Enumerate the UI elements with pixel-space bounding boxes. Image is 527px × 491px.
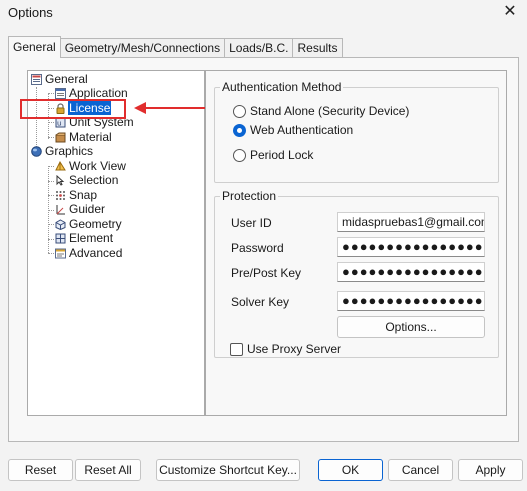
tree-item-graphics[interactable]: Graphics — [30, 144, 94, 158]
prepost-key-field[interactable]: ●●●●●●●●●●●●●●●● — [337, 262, 485, 282]
tree-item-element[interactable]: Element — [54, 231, 114, 245]
tree-item-advanced[interactable]: Advanced — [54, 246, 123, 260]
password-field[interactable]: ●●●●●●●●●●●●●●●● — [337, 237, 485, 257]
radio-period-lock[interactable]: Period Lock — [233, 148, 313, 162]
protection-group: Protection User ID midaspruebas1@gmail.c… — [214, 189, 499, 358]
authentication-method-group: Authentication Method Stand Alone (Secur… — [214, 80, 499, 183]
cancel-button[interactable]: Cancel — [388, 459, 453, 481]
tab-results[interactable]: Results — [292, 38, 343, 58]
password-label: Password — [231, 241, 284, 255]
radio-button-checked[interactable] — [233, 123, 246, 137]
tree-item-snap[interactable]: Snap — [54, 188, 98, 202]
tab-strip: General Geometry/Mesh/Connections Loads/… — [8, 36, 343, 58]
radio-web-authentication[interactable]: Web Authentication — [233, 123, 353, 137]
use-proxy-label: Use Proxy Server — [247, 342, 342, 356]
radio-period-lock-label: Period Lock — [250, 148, 314, 162]
annotation-arrow-icon — [134, 102, 212, 114]
annotation-highlight-box — [20, 99, 126, 119]
general-tab-panel: General Application License u Unit Syste… — [8, 57, 519, 442]
radio-web-authentication-label: Web Authentication — [250, 123, 354, 137]
element-icon — [54, 232, 66, 244]
protection-title: Protection — [220, 189, 279, 203]
tree-item-general[interactable]: General — [30, 72, 89, 86]
general-folder-icon — [30, 73, 42, 85]
tree-item-geometry[interactable]: Geometry — [54, 217, 123, 231]
tree-item-work-view[interactable]: Work View — [54, 159, 127, 173]
user-id-field[interactable]: midaspruebas1@gmail.com — [337, 212, 485, 232]
guider-icon — [54, 203, 66, 215]
tree-item-application[interactable]: Application — [54, 86, 129, 100]
radio-button[interactable] — [233, 104, 246, 118]
reset-all-button[interactable]: Reset All — [75, 459, 141, 481]
cube-icon — [54, 218, 66, 230]
tree-item-selection[interactable]: Selection — [54, 173, 119, 187]
ok-button[interactable]: OK — [318, 459, 383, 481]
radio-stand-alone[interactable]: Stand Alone (Security Device) — [233, 104, 409, 118]
use-proxy-checkbox[interactable] — [230, 342, 243, 356]
globe-icon — [30, 145, 42, 157]
apply-button[interactable]: Apply — [458, 459, 523, 481]
tab-general[interactable]: General — [8, 36, 61, 58]
radio-button[interactable] — [233, 148, 246, 162]
options-tree[interactable]: General Application License u Unit Syste… — [27, 70, 205, 416]
reset-button[interactable]: Reset — [8, 459, 73, 481]
snap-icon — [54, 189, 66, 201]
solver-key-label: Solver Key — [231, 295, 290, 309]
solver-key-field[interactable]: ●●●●●●●●●●●●●●●● — [337, 291, 485, 311]
authentication-method-title: Authentication Method — [220, 80, 344, 94]
use-proxy-server[interactable]: Use Proxy Server — [230, 342, 341, 356]
advanced-icon — [54, 247, 66, 259]
application-icon — [54, 87, 66, 99]
cursor-icon — [54, 174, 66, 186]
tab-geometry-mesh-connections[interactable]: Geometry/Mesh/Connections — [59, 38, 226, 58]
work-view-icon — [54, 160, 66, 172]
tree-item-guider[interactable]: Guider — [54, 202, 106, 216]
license-settings-pane: Authentication Method Stand Alone (Secur… — [205, 70, 507, 416]
title-bar: Options ✕ — [0, 0, 527, 26]
window-title: Options — [8, 5, 53, 20]
tree-item-material[interactable]: Material — [54, 130, 113, 144]
user-id-label: User ID — [231, 216, 272, 230]
close-icon[interactable]: ✕ — [501, 3, 519, 21]
tab-loads-bc[interactable]: Loads/B.C. — [224, 38, 294, 58]
options-button[interactable]: Options... — [337, 316, 485, 338]
customize-shortcut-key-button[interactable]: Customize Shortcut Key... — [156, 459, 300, 481]
svg-text:u: u — [57, 119, 61, 127]
radio-stand-alone-label: Stand Alone (Security Device) — [250, 104, 410, 118]
prepost-key-label: Pre/Post Key — [231, 266, 302, 280]
material-icon — [54, 131, 66, 143]
